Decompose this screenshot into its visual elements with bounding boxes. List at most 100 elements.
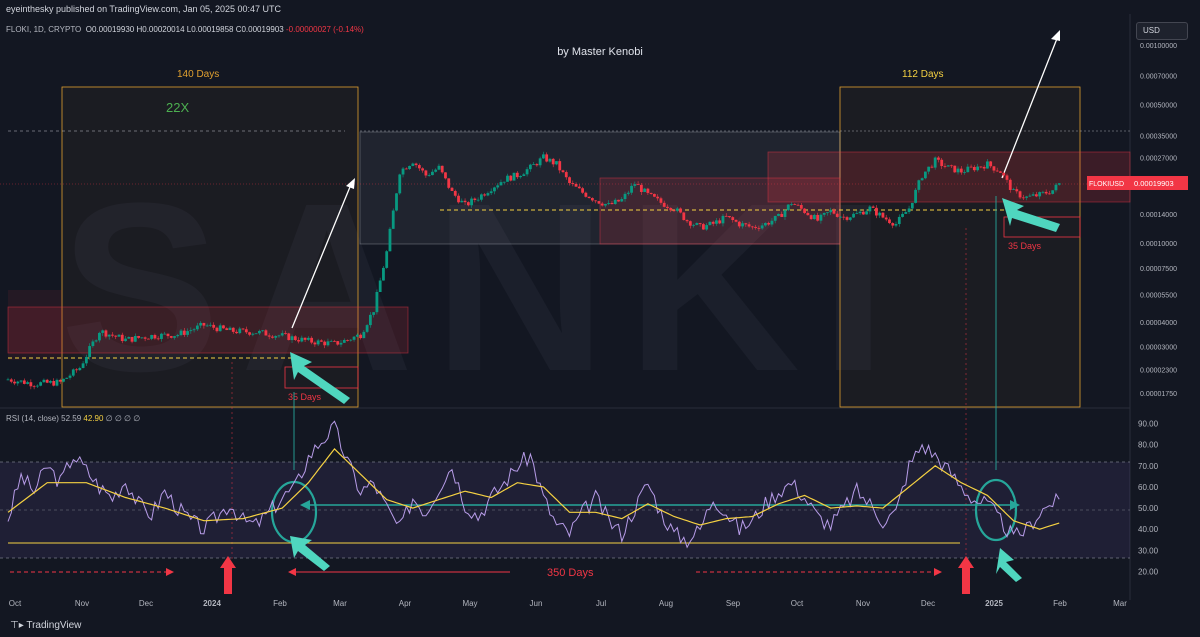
- candle-body: [205, 325, 209, 327]
- candle-body: [248, 332, 251, 335]
- price-tick: 0.00070000: [1140, 74, 1177, 81]
- time-tick: Jun: [530, 599, 543, 608]
- change-value: -0.00000027 (-0.14%): [285, 25, 364, 34]
- candle-body: [55, 379, 59, 386]
- candle-body: [747, 224, 751, 227]
- candle-body: [590, 198, 594, 201]
- candle-body: [35, 385, 39, 387]
- candle-body: [535, 164, 539, 166]
- candle-body: [943, 166, 947, 167]
- candle-body: [1008, 179, 1012, 190]
- candle-body: [271, 336, 274, 338]
- time-tick: Mar: [1113, 599, 1127, 608]
- candle-body: [626, 192, 630, 194]
- candle-body: [388, 228, 392, 252]
- price-tick: 0.00003000: [1140, 345, 1177, 352]
- candle-body: [235, 331, 238, 334]
- candle-body: [630, 185, 633, 193]
- candle-body: [71, 369, 75, 376]
- candle-body: [682, 212, 686, 221]
- candle-body: [803, 208, 806, 213]
- box-112-label: 112 Days: [902, 69, 944, 80]
- box-112-days: [839, 86, 1081, 408]
- tradingview-logo[interactable]: ⊤▸ TradingView: [10, 620, 81, 631]
- candle-body: [346, 339, 349, 341]
- candle-body: [995, 170, 999, 172]
- price-tick: 0.00035000: [1140, 133, 1177, 140]
- candle-body: [698, 223, 702, 225]
- candle-body: [146, 338, 150, 340]
- label-35-days-left: 35 Days: [288, 392, 322, 402]
- candle-body: [1021, 197, 1025, 199]
- candle-body: [336, 341, 340, 345]
- candle-body: [209, 324, 212, 326]
- candle-body: [509, 175, 513, 181]
- candle-body: [679, 208, 682, 213]
- candle-body: [976, 166, 980, 171]
- candle-body: [395, 193, 398, 211]
- candle-body: [166, 333, 170, 337]
- candle-body: [897, 216, 901, 225]
- candle-body: [179, 330, 183, 336]
- candle-body: [568, 177, 571, 184]
- candle-body: [1012, 189, 1015, 190]
- candle-body: [672, 210, 676, 212]
- candle-body: [950, 165, 953, 167]
- candle-body: [231, 327, 235, 332]
- candle-body: [822, 212, 826, 215]
- candle-body: [705, 225, 709, 230]
- candle-body: [453, 190, 457, 196]
- candle-body: [666, 206, 669, 208]
- symbol-name: FLOKI, 1D, CRYPTO: [6, 25, 82, 34]
- candle-body: [502, 181, 506, 183]
- candle-body: [78, 367, 82, 371]
- time-tick: Sep: [726, 599, 741, 608]
- candle-body: [440, 165, 444, 173]
- time-tick: Jul: [596, 599, 606, 608]
- time-tick: 2025: [985, 599, 1003, 608]
- candle-body: [104, 330, 108, 337]
- candle-body: [274, 336, 278, 338]
- open-value: O0.00019930: [85, 25, 135, 34]
- time-tick: Dec: [139, 599, 153, 608]
- candle-body: [506, 175, 509, 182]
- floki-chart[interactable]: SANKI 140 Days 112 Days 22X 35 Days 35 D…: [0, 0, 1200, 637]
- rsi-tick: 80.00: [1138, 441, 1159, 450]
- candle-body: [143, 337, 147, 339]
- candle-body: [515, 172, 519, 178]
- candle-body: [463, 200, 467, 203]
- candle-body: [225, 328, 229, 331]
- candle-body: [222, 325, 225, 329]
- candle-body: [486, 193, 490, 196]
- candle-body: [715, 220, 718, 224]
- currency-selector[interactable]: USD: [1136, 22, 1188, 40]
- candle-body: [111, 334, 114, 336]
- candle-body: [437, 165, 441, 170]
- candle-body: [313, 342, 317, 345]
- candle-body: [140, 337, 144, 339]
- candle-body: [212, 324, 216, 328]
- candle-body: [114, 335, 118, 337]
- candle-body: [659, 198, 663, 203]
- candle-body: [375, 292, 379, 313]
- candle-body: [708, 221, 712, 226]
- candle-body: [937, 157, 940, 160]
- candle-body: [956, 168, 960, 173]
- candle-body: [150, 335, 154, 339]
- candle-body: [917, 180, 921, 190]
- candle-body: [101, 330, 105, 333]
- candle-body: [284, 333, 287, 334]
- candle-body: [845, 217, 849, 220]
- candle-body: [156, 338, 160, 340]
- candle-body: [972, 166, 976, 171]
- candle-body: [1044, 191, 1048, 194]
- candle-body: [767, 223, 771, 225]
- candle-body: [773, 215, 777, 221]
- candle-body: [907, 208, 911, 213]
- candle-body: [355, 334, 359, 337]
- candle-body: [460, 200, 464, 203]
- candle-body: [597, 201, 601, 204]
- candle-body: [65, 377, 69, 379]
- candle-body: [192, 329, 196, 331]
- candle-body: [744, 223, 748, 225]
